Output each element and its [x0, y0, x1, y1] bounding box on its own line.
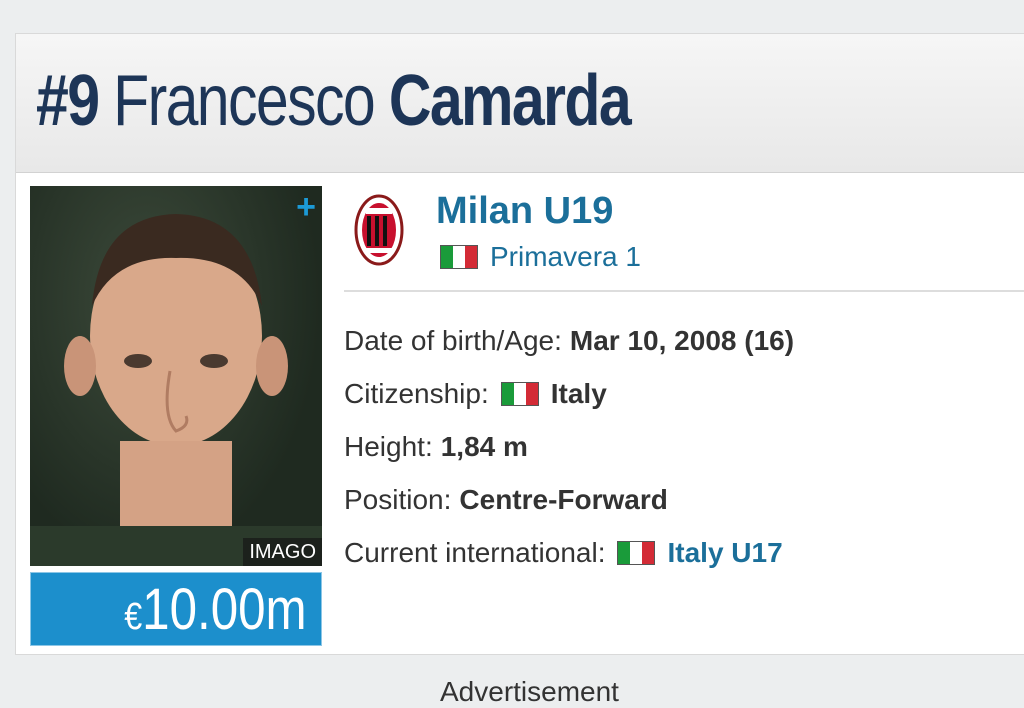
player-title: #9 Francesco Camarda [36, 56, 632, 146]
dob-label: Date of birth/Age: [344, 324, 562, 356]
italy-flag-icon [500, 381, 539, 406]
market-value[interactable]: €10.00m [125, 577, 307, 650]
citizenship-value: Italy [550, 377, 607, 409]
position-label: Position: [344, 483, 452, 515]
player-info-list: Date of birth/Age: Mar 10, 2008 (16) Cit… [344, 314, 794, 579]
info-row-height: Height: 1,84 m [344, 420, 794, 473]
advertisement-label: Advertisement [440, 676, 619, 707]
height-label: Height: [344, 430, 433, 462]
currency-symbol: € [124, 596, 143, 638]
height-value: 1,84 m [440, 430, 528, 462]
international-label: Current international: [344, 536, 606, 568]
add-icon[interactable]: + [296, 190, 316, 224]
league-name-link[interactable]: Primavera 1 [490, 240, 641, 274]
info-row-dob: Date of birth/Age: Mar 10, 2008 (16) [344, 314, 794, 367]
league-row[interactable]: Primavera 1 [440, 240, 641, 274]
ac-milan-crest-icon[interactable] [354, 194, 404, 266]
market-value-box[interactable]: €10.00m [30, 572, 322, 646]
info-row-international: Current international: Italy U17 [344, 526, 794, 579]
info-row-position: Position: Centre-Forward [344, 473, 794, 526]
player-first-name: Francesco [113, 61, 376, 141]
divider [344, 290, 1024, 292]
info-row-citizenship: Citizenship: Italy [344, 367, 794, 420]
player-header: #9 Francesco Camarda [16, 34, 1024, 173]
dob-value: Mar 10, 2008 (16) [569, 324, 795, 356]
player-profile-card: #9 Francesco Camarda + IMAGO €10.00m Mil… [15, 33, 1024, 655]
player-photo[interactable]: + IMAGO [30, 186, 322, 566]
shirt-number: #9 [36, 61, 100, 141]
club-name-link[interactable]: Milan U19 [436, 188, 613, 234]
position-value: Centre-Forward [459, 483, 668, 515]
citizenship-label: Citizenship: [344, 377, 489, 409]
international-team-link[interactable]: Italy U17 [667, 537, 782, 569]
italy-flag-icon [440, 245, 478, 269]
player-photo-image [30, 186, 322, 566]
italy-flag-icon [617, 540, 656, 565]
player-portrait-icon [30, 214, 322, 566]
market-value-amount: 10.00m [142, 577, 307, 642]
photo-credit: IMAGO [243, 538, 322, 566]
player-last-name: Camarda [388, 61, 632, 141]
